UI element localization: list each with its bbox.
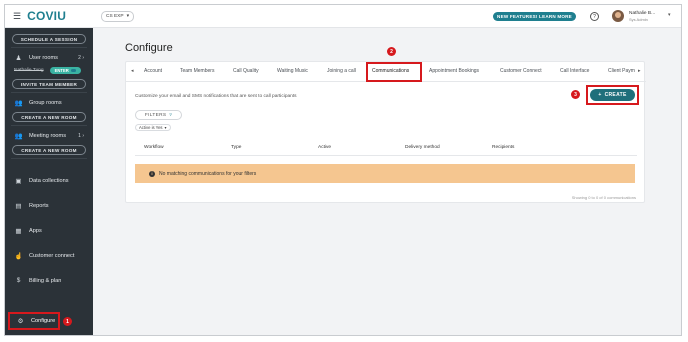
chevron-down-icon[interactable]: ▾ <box>668 12 671 18</box>
sidebar-item-label: Data collections <box>29 177 69 184</box>
top-bar: CS EXP ▾ NEW FEATURES! LEARN MORE ? Nath… <box>93 5 681 28</box>
billing-icon: $ <box>16 277 21 284</box>
create-button-label: CREATE <box>604 92 627 98</box>
communications-card: ◂ Account Team Members Call Quality Wait… <box>125 61 646 203</box>
hamburger-icon[interactable]: ☰ <box>13 11 21 21</box>
waiting-room-name: Nathalie Tung <box>14 67 44 73</box>
tab-highlight-box <box>366 62 422 82</box>
sidebar: ☰ COVIU SCHEDULE A SESSION ♟ User rooms … <box>5 5 93 335</box>
brand-row: ☰ COVIU <box>5 5 93 28</box>
filter-icon: ▿ <box>169 112 173 118</box>
chevron-left-icon[interactable]: ◂ <box>131 68 134 74</box>
sidebar-item-user-rooms[interactable]: ♟ User rooms 2 › <box>5 51 93 65</box>
tab-call-quality[interactable]: Call Quality <box>233 68 259 74</box>
schedule-session-button[interactable]: SCHEDULE A SESSION <box>12 34 86 44</box>
sidebar-item-customer-connect[interactable]: ☝ Customer connect <box>5 243 93 268</box>
user-icon: ♟ <box>15 55 22 62</box>
invite-team-member-button[interactable]: INVITE TEAM MEMBER <box>12 79 86 89</box>
chevron-down-icon: ▾ <box>164 125 167 130</box>
coviu-logo: COVIU <box>27 9 67 23</box>
table-header-divider <box>135 155 637 156</box>
gear-icon: ⚙ <box>17 318 24 325</box>
sidebar-item-reports[interactable]: ▤ Reports <box>5 193 93 218</box>
sidebar-item-apps[interactable]: ▦ Apps <box>5 218 93 243</box>
workspace-value: CS EXP <box>105 14 124 19</box>
sidebar-item-label: Customer connect <box>29 252 75 259</box>
column-delivery-method[interactable]: Delivery method <box>405 145 440 150</box>
filters-button[interactable]: FILTERS ▿ <box>135 110 182 120</box>
enter-button[interactable]: ENTER <box>49 66 81 74</box>
sidebar-divider <box>11 92 87 93</box>
tab-client-payments[interactable]: Client Paym <box>608 68 635 74</box>
group-icon: 👥 <box>14 100 23 107</box>
empty-state-row: i No matching communications for your fi… <box>135 164 635 183</box>
sidebar-item-configure[interactable]: ⚙ Configure <box>8 312 60 330</box>
meeting-rooms-count: 1 › <box>78 133 84 139</box>
sidebar-item-label: Meeting rooms <box>29 133 66 139</box>
column-workflow[interactable]: Workflow <box>144 145 164 150</box>
tab-waiting-music[interactable]: Waiting Music <box>277 68 308 74</box>
chevron-down-icon: ▾ <box>126 14 130 19</box>
new-features-button[interactable]: NEW FEATURES! LEARN MORE <box>493 12 576 21</box>
tab-customer-connect[interactable]: Customer Connect <box>500 68 542 74</box>
create-button[interactable]: + CREATE <box>590 89 635 101</box>
user-role: Sys Admin <box>629 17 648 22</box>
sidebar-item-label: Group rooms <box>29 100 62 106</box>
workspace-select[interactable]: CS EXP ▾ <box>101 11 134 22</box>
tab-account[interactable]: Account <box>144 68 162 74</box>
app-window: ☰ COVIU SCHEDULE A SESSION ♟ User rooms … <box>4 4 682 336</box>
sidebar-item-label: Configure <box>31 318 56 324</box>
step-badge-3: 3 <box>571 90 580 99</box>
column-type[interactable]: Type <box>231 145 241 150</box>
chevron-right-icon[interactable]: ▸ <box>638 68 641 74</box>
create-meeting-room-button[interactable]: CREATE A NEW ROOM <box>12 145 86 155</box>
customer-connect-icon: ☝ <box>14 252 23 260</box>
create-group-room-button[interactable]: CREATE A NEW ROOM <box>12 112 86 122</box>
sidebar-item-data-collections[interactable]: ▣ Data collections <box>5 168 93 193</box>
settings-tabs: ◂ Account Team Members Call Quality Wait… <box>126 62 646 82</box>
sidebar-divider <box>11 158 87 159</box>
empty-state-message: No matching communications for your filt… <box>159 170 257 177</box>
column-active[interactable]: Active <box>318 145 331 150</box>
tab-joining-a-call[interactable]: Joining a call <box>327 68 356 74</box>
sidebar-divider <box>11 125 87 126</box>
meeting-icon: 👥 <box>14 133 23 140</box>
sidebar-item-label: User rooms <box>29 55 58 61</box>
pagination-summary: Showing 0 to 0 of 0 communications <box>571 195 636 200</box>
sidebar-item-label: Billing & plan <box>29 277 62 284</box>
filter-chip[interactable]: Active is Yes ▾ <box>135 124 171 131</box>
plus-icon: + <box>598 92 602 98</box>
apps-icon: ▦ <box>15 227 22 235</box>
tab-call-interface[interactable]: Call Interface <box>560 68 589 74</box>
filter-chip-label: Active is Yes <box>139 125 163 130</box>
sidebar-item-group-rooms[interactable]: 👥 Group rooms <box>5 96 93 110</box>
sidebar-item-label: Reports <box>29 202 49 209</box>
tab-team-members[interactable]: Team Members <box>180 68 214 74</box>
page-description: Customize your email and SMS notificatio… <box>135 94 297 99</box>
help-icon[interactable]: ? <box>590 12 599 21</box>
user-rooms-count: 2 › <box>78 55 84 61</box>
reports-icon: ▤ <box>15 202 22 210</box>
waiting-room-row: Nathalie Tung ENTER <box>5 65 93 75</box>
column-recipients[interactable]: Recipients <box>492 145 514 150</box>
filters-label: FILTERS <box>144 112 167 118</box>
sidebar-divider <box>11 47 87 48</box>
tab-appointment-bookings[interactable]: Appointment Bookings <box>429 68 479 74</box>
toggle-icon <box>70 68 76 72</box>
info-icon: i <box>149 170 155 177</box>
page-title: Configure <box>125 42 173 54</box>
data-collections-icon: ▣ <box>15 177 22 185</box>
sidebar-item-meeting-rooms[interactable]: 👥 Meeting rooms 1 › <box>5 129 93 143</box>
step-badge-2: 2 <box>387 47 396 56</box>
sidebar-item-label: Apps <box>29 227 42 234</box>
avatar[interactable] <box>612 10 624 22</box>
user-name: Nathalie B... <box>629 11 656 16</box>
sidebar-item-billing[interactable]: $ Billing & plan <box>5 268 93 293</box>
step-badge-1: 1 <box>63 317 72 326</box>
